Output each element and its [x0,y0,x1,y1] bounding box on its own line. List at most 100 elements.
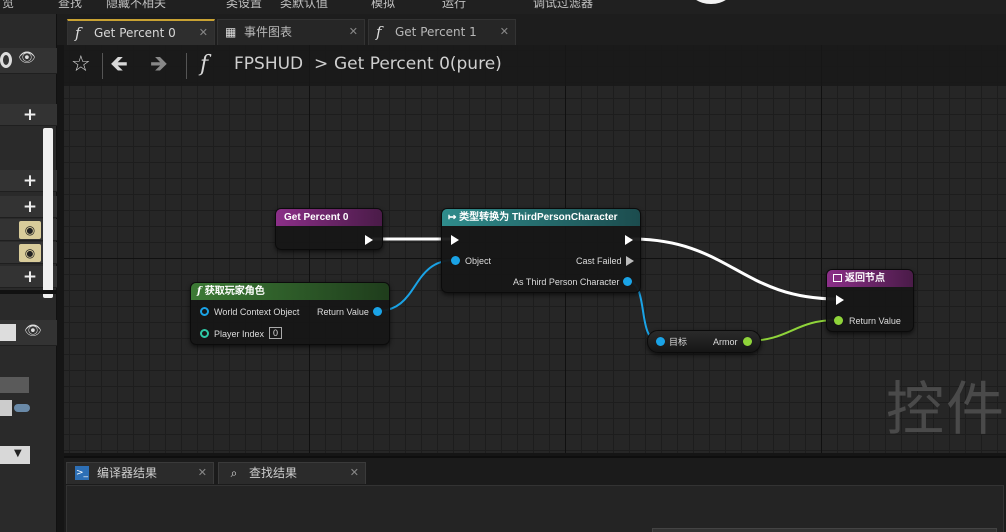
return-value-label: Return Value [849,316,901,326]
details-toggle[interactable] [14,404,30,412]
armor-value-pin[interactable] [743,337,752,346]
breadcrumb-function[interactable]: Get Percent 0(pure) [334,54,502,74]
scrollbar[interactable] [43,128,53,298]
close-icon[interactable]: ✕ [500,20,509,44]
function-entry-node[interactable]: Get Percent 0 [275,208,383,250]
tab-label: 事件图表 [244,25,293,39]
chevron-down-icon: ▼ [14,448,22,459]
add-icon[interactable]: + [19,197,41,217]
node-title: 返回节点 [845,273,885,284]
target-pin[interactable] [656,337,665,346]
tab-get-percent-0[interactable]: f Get Percent 0 ✕ [67,19,215,45]
tab-label: 编译器结果 [97,466,158,480]
add-icon[interactable]: + [19,267,41,287]
back-arrow-icon[interactable]: 🡸 [110,45,128,85]
details-toolbar: 👁 [0,320,57,346]
function-icon: f [376,23,382,41]
details-field[interactable] [0,377,29,393]
menu-item-debug-filter[interactable]: 调试过滤器 [533,0,593,11]
tab-compiler-results[interactable]: >_ 编译器结果 ✕ [66,462,214,484]
armor-getter-node[interactable]: 目标 Armor [647,330,761,353]
close-icon[interactable]: ✕ [350,463,359,483]
grid-icon[interactable] [0,324,16,341]
find-results-icon: ⌕ [230,466,238,480]
my-blueprint-panel: 👁 + + + ◉ ◉ + 👁 ▼ [0,14,57,532]
forward-arrow-icon[interactable]: 🡺 [150,45,168,85]
close-icon[interactable]: ✕ [198,463,207,483]
as-character-pin[interactable] [623,277,632,286]
add-icon[interactable]: + [19,171,41,191]
node-header: 返回节点 [827,270,913,287]
function-icon: f [75,24,81,42]
node-title: 获取玩家角色 [204,286,265,297]
player-index-label: Player Index [214,329,265,339]
tab-get-percent-1[interactable]: f Get Percent 1 ✕ [368,19,516,45]
panel-toolbar: 👁 [0,48,57,74]
menu-item-class-defaults[interactable]: 类默认值 [280,0,328,11]
return-value-pin[interactable] [373,307,382,316]
return-value-label: Return Value [317,307,369,317]
object-pin-label: Object [465,256,492,266]
armor-pin-label: Armor [713,337,738,347]
return-node[interactable]: 返回节点 Return Value [826,269,914,332]
tab-label: 查找结果 [249,466,298,480]
menu-item-browse[interactable]: 览 [2,0,14,11]
close-icon[interactable]: ✕ [349,20,358,44]
get-player-character-node[interactable]: f 获取玩家角色 World Context Object Return Val… [190,282,390,345]
cast-failed-pin[interactable] [626,256,634,266]
tab-label: Get Percent 0 [94,26,176,40]
panel-divider [0,290,57,294]
visibility-eye-icon[interactable]: ◉ [19,221,41,239]
eye-icon[interactable]: 👁 [18,50,36,66]
return-value-pin[interactable] [834,316,843,325]
visibility-eye-icon[interactable]: ◉ [19,244,41,262]
star-icon[interactable]: ☆ [71,45,91,85]
player-index-pin[interactable] [200,329,209,338]
world-context-pin[interactable] [200,307,209,316]
function-icon: f [200,52,209,77]
cast-node[interactable]: ↦ 类型转换为 ThirdPersonCharacter Object Cast… [441,208,641,293]
graph-watermark: 控件 [886,375,1006,443]
search-icon[interactable] [0,52,12,68]
node-header: ↦ 类型转换为 ThirdPersonCharacter [442,209,640,226]
toolbar-divider [102,53,103,79]
menu-item-find[interactable]: 查找 [58,0,82,11]
cast-arrow-icon: ↦ [448,212,460,223]
menu-item-hide-unrelated[interactable]: 隐藏不相关 [106,0,166,11]
graph-toolbar: ☆ 🡸 🡺 f FPSHUD > Get Percent 0(pure) [64,45,1006,86]
player-index-field[interactable]: 0 [269,327,282,339]
node-header: f 获取玩家角色 [191,283,389,300]
node-title: 类型转换为 ThirdPersonCharacter [459,212,618,223]
return-node-icon [833,274,842,283]
node-title: Get Percent 0 [276,209,382,226]
breadcrumb-separator: > [314,54,329,74]
exec-out-pin[interactable] [365,235,373,245]
menu-item-play[interactable]: 运行 [442,0,466,11]
eye-icon[interactable]: 👁 [24,323,42,339]
breadcrumb-owner[interactable]: FPSHUD [234,54,303,74]
results-area [652,528,997,532]
exec-in-pin[interactable] [451,235,459,245]
object-pin[interactable] [451,256,460,265]
world-context-label: World Context Object [214,307,300,317]
close-icon[interactable]: ✕ [199,21,208,45]
exec-in-pin[interactable] [836,295,844,305]
tab-event-graph[interactable]: ▦ 事件图表 ✕ [217,19,365,45]
debug-object-indicator [688,0,734,4]
details-dropdown[interactable]: ▼ [0,446,30,464]
add-icon[interactable]: + [19,105,41,125]
menu-item-class-settings[interactable]: 类设置 [226,0,262,11]
details-combo[interactable] [0,400,12,416]
tab-find-results[interactable]: ⌕ 查找结果 ✕ [218,462,366,484]
tab-label: Get Percent 1 [395,25,477,39]
exec-out-pin[interactable] [625,235,633,245]
menu-bar: 览 查找 隐藏不相关 类设置 类默认值 模拟 运行 调试过滤器 [0,0,1006,14]
function-icon: f [197,286,205,297]
event-graph-icon: ▦ [225,25,237,39]
compiler-results-icon: >_ [75,466,89,480]
cast-failed-label: Cast Failed [576,256,622,266]
as-character-label: As Third Person Character [513,277,620,287]
document-tab-bar: f Get Percent 0 ✕ ▦ 事件图表 ✕ f Get Percent… [57,14,1006,45]
menu-item-simulate[interactable]: 模拟 [371,0,395,11]
section-row-graphs[interactable]: + [0,104,57,126]
